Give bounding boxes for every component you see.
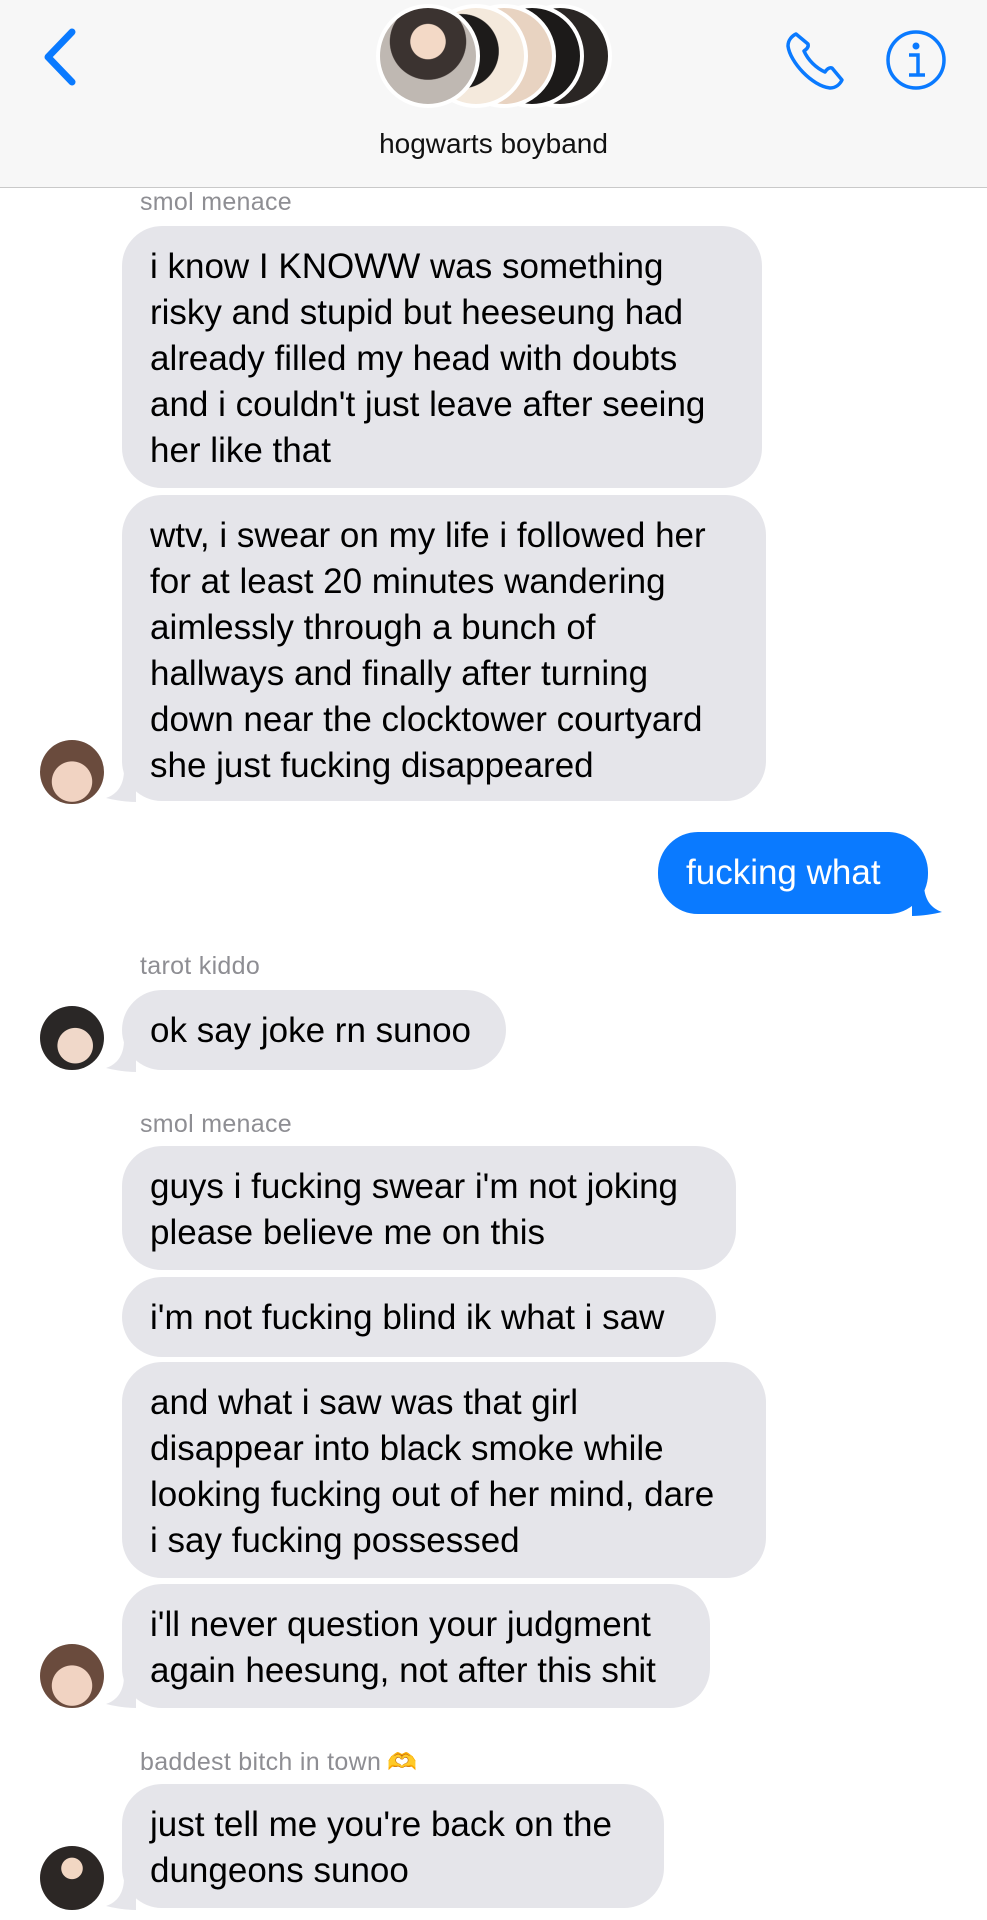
bubble-tail xyxy=(106,770,136,802)
back-button[interactable] xyxy=(30,22,90,92)
avatar[interactable] xyxy=(40,1644,104,1708)
heart-hands-emoji: 🫶 xyxy=(387,1749,418,1776)
message-bubble-sent[interactable]: fucking what xyxy=(658,832,928,914)
sender-name: tarot kiddo xyxy=(140,952,261,980)
bubble-tail xyxy=(912,884,942,916)
group-title[interactable]: hogwarts boyband xyxy=(0,128,987,160)
avatar[interactable] xyxy=(40,1846,104,1910)
info-button[interactable] xyxy=(884,28,948,92)
group-avatars[interactable] xyxy=(370,0,620,112)
bubble-tail xyxy=(106,1040,136,1072)
phone-icon xyxy=(786,32,844,90)
message-bubble[interactable]: guys i fucking swear i'm not joking plea… xyxy=(122,1146,736,1270)
sender-name: baddest bitch in town 🫶 xyxy=(140,1748,417,1777)
message-bubble[interactable]: ok say joke rn sunoo xyxy=(122,990,506,1070)
call-button[interactable] xyxy=(782,28,848,94)
message-bubble[interactable]: i'll never question your judgment again … xyxy=(122,1584,710,1708)
avatar[interactable] xyxy=(40,740,104,804)
message-bubble[interactable]: i know I KNOWW was something risky and s… xyxy=(122,226,762,488)
avatar[interactable] xyxy=(40,1006,104,1070)
message-bubble[interactable]: just tell me you're back on the dungeons… xyxy=(122,1784,664,1908)
chevron-left-icon xyxy=(44,28,76,86)
sender-name-text: baddest bitch in town xyxy=(140,1748,382,1776)
sender-name: smol menace xyxy=(140,188,292,216)
conversation-header: hogwarts boyband xyxy=(0,0,987,188)
bubble-tail xyxy=(106,1878,136,1910)
message-bubble[interactable]: and what i saw was that girl disappear i… xyxy=(122,1362,766,1578)
message-bubble[interactable]: wtv, i swear on my life i followed her f… xyxy=(122,495,766,801)
message-bubble[interactable]: i'm not fucking blind ik what i saw xyxy=(122,1277,716,1357)
member-avatar xyxy=(376,4,480,108)
sender-name: smol menace xyxy=(140,1110,292,1138)
info-icon xyxy=(886,30,946,90)
bubble-tail xyxy=(106,1676,136,1708)
